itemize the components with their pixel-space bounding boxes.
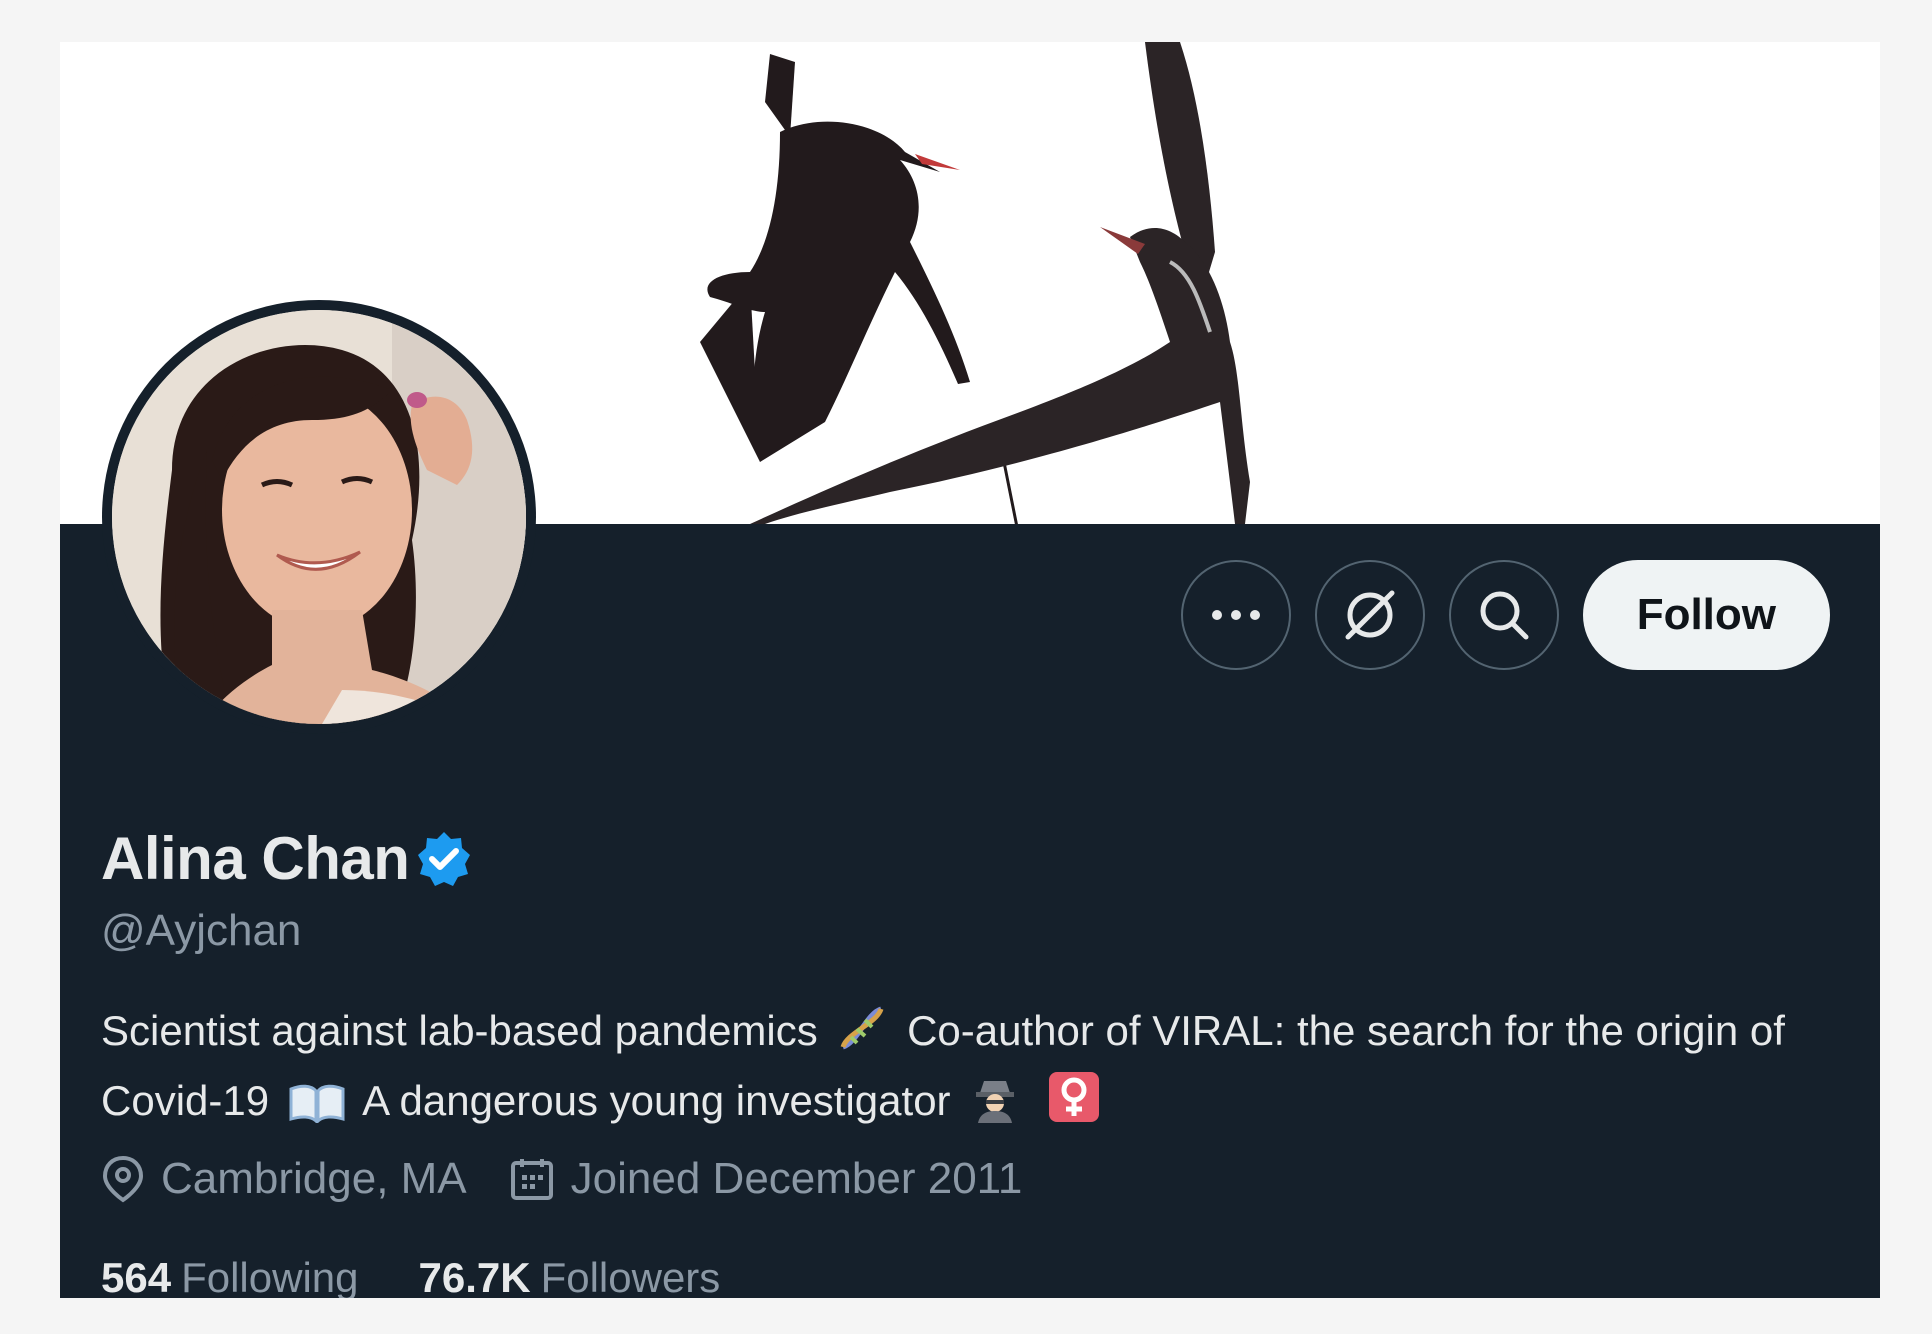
verified-badge-icon[interactable] bbox=[415, 830, 473, 888]
profile-actions: Follow bbox=[1180, 560, 1830, 670]
location-item: Cambridge, MA bbox=[101, 1154, 467, 1204]
joined-item: Joined December 2011 bbox=[509, 1154, 1023, 1204]
bio-text-4: A dangerous young investigator bbox=[362, 1077, 951, 1124]
avatar-photo bbox=[112, 310, 526, 724]
open-book-icon bbox=[289, 1078, 345, 1140]
location-text: Cambridge, MA bbox=[161, 1154, 467, 1203]
profile-card: Follow Alina Chan @Ayjchan Scientist aga… bbox=[60, 42, 1880, 1298]
display-name: Alina Chan bbox=[101, 825, 410, 892]
more-icon bbox=[1211, 610, 1260, 620]
followers-link[interactable]: 76.7K Followers bbox=[419, 1254, 721, 1298]
bio-text-1: Scientist against lab-based pandemics bbox=[101, 1007, 818, 1054]
more-button[interactable] bbox=[1180, 560, 1291, 670]
following-label: Following bbox=[181, 1254, 359, 1298]
search-icon bbox=[1480, 591, 1529, 640]
grok-button[interactable] bbox=[1314, 560, 1425, 670]
profile-stats: 564 Following 76.7K Followers bbox=[101, 1254, 780, 1298]
search-button[interactable] bbox=[1448, 560, 1559, 670]
dna-icon bbox=[837, 1003, 887, 1070]
bio-text-2: Co-author of VIRAL: the search for the bbox=[907, 1007, 1624, 1054]
follow-button[interactable]: Follow bbox=[1582, 560, 1830, 670]
followers-label: Followers bbox=[540, 1254, 721, 1298]
following-count: 564 bbox=[101, 1254, 172, 1298]
profile-name-row: Alina Chan bbox=[101, 824, 473, 893]
female-sign-icon bbox=[1048, 1071, 1100, 1140]
profile-handle: @Ayjchan bbox=[101, 906, 302, 955]
detective-icon bbox=[970, 1073, 1020, 1140]
profile-avatar[interactable] bbox=[102, 300, 536, 734]
profile-meta: Cambridge, MA Joined December 2011 bbox=[101, 1154, 1064, 1204]
following-link[interactable]: 564 Following bbox=[101, 1254, 359, 1298]
location-pin-icon bbox=[102, 1155, 144, 1203]
grok-icon bbox=[1345, 590, 1395, 640]
followers-count: 76.7K bbox=[418, 1254, 531, 1298]
profile-bio: Scientist against lab-based pandemics Co… bbox=[101, 1000, 1861, 1140]
calendar-icon bbox=[510, 1159, 553, 1200]
joined-text: Joined December 2011 bbox=[570, 1154, 1023, 1203]
